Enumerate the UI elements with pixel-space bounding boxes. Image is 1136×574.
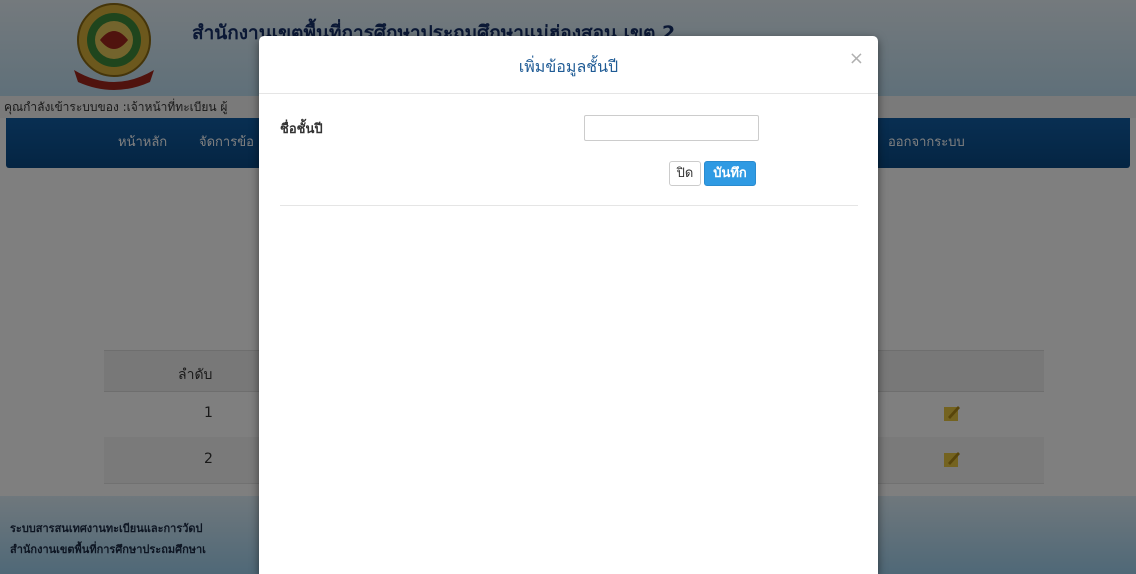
modal-title: เพิ่มข้อมูลชั้นปี <box>518 57 619 76</box>
grade-name-input[interactable] <box>584 115 759 141</box>
add-grade-modal: เพิ่มข้อมูลชั้นปี × ชื่อชั้นปี ปิด บันทึ… <box>259 36 878 574</box>
grade-name-label: ชื่อชั้นปี <box>280 122 323 137</box>
close-icon[interactable]: × <box>849 50 864 68</box>
close-button[interactable]: ปิด <box>669 161 701 186</box>
save-button[interactable]: บันทึก <box>704 161 756 186</box>
modal-header: เพิ่มข้อมูลชั้นปี × <box>259 36 878 94</box>
modal-divider <box>280 205 858 206</box>
